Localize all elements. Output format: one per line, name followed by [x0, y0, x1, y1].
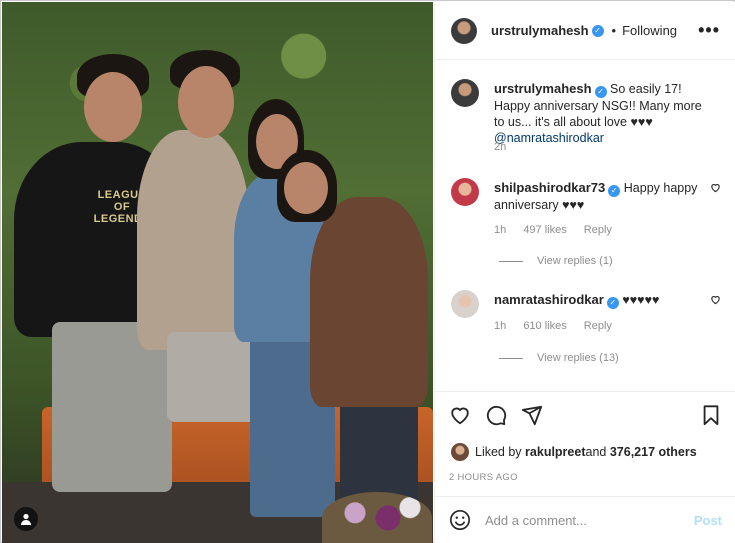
photo-person-2-shorts: [167, 332, 259, 422]
post-photo[interactable]: LEAGUE OF LEGENDS: [2, 2, 433, 543]
person-icon[interactable]: [14, 507, 38, 531]
view-replies-label: View replies (13): [537, 352, 619, 364]
emoji-icon[interactable]: [449, 509, 471, 531]
photo-person-2-face: [178, 66, 234, 138]
comment-item: shilpashirodkar73 ✓ Happy happy anniversa…: [451, 178, 721, 273]
comment-composer: Post: [435, 496, 735, 543]
view-replies-button[interactable]: View replies (1): [499, 255, 613, 267]
comment-like-heart-icon[interactable]: [710, 182, 721, 196]
comment-input[interactable]: [485, 512, 685, 528]
action-icons-row: [449, 404, 543, 426]
post-side-panel: urstrulymahesh ✓ • Following ••• urstrul…: [434, 2, 735, 543]
comment-reply-button[interactable]: Reply: [584, 320, 612, 332]
header-separator: •: [611, 23, 617, 38]
post-header: urstrulymahesh ✓ • Following •••: [435, 2, 735, 60]
comment-meta: 1h 497 likes Reply: [494, 224, 626, 236]
comments-list[interactable]: urstrulymahesh ✓ So easily 17! Happy anni…: [435, 61, 735, 391]
liked-by-others[interactable]: 376,217 others: [610, 445, 697, 459]
liked-by-prefix: Liked by: [475, 445, 522, 459]
liked-by-and: and: [585, 445, 607, 459]
commenter-avatar[interactable]: [451, 178, 479, 206]
liked-by-row: Liked by rakulpreet and 376,217 others: [451, 443, 697, 461]
author-avatar[interactable]: [451, 17, 477, 44]
liker-avatar[interactable]: [451, 443, 469, 461]
post-actions: Liked by rakulpreet and 376,217 others 2…: [435, 391, 735, 491]
view-replies-line: [499, 260, 523, 262]
author-username[interactable]: urstrulymahesh: [491, 23, 589, 38]
comment-reply-button[interactable]: Reply: [584, 224, 612, 236]
verified-badge-icon: ✓: [608, 185, 621, 197]
following-button[interactable]: Following: [622, 23, 677, 38]
post-timestamp[interactable]: 2 HOURS AGO: [449, 472, 518, 483]
bookmark-icon[interactable]: [700, 404, 722, 426]
photo-person-2: [137, 130, 249, 350]
comment-likes[interactable]: 497 likes: [523, 224, 566, 236]
comment-time[interactable]: 1h: [494, 320, 506, 332]
comment-icon[interactable]: [485, 404, 507, 426]
caption-username[interactable]: urstrulymahesh: [494, 81, 592, 96]
verified-badge-icon: ✓: [606, 297, 619, 309]
post-comment-button[interactable]: Post: [694, 513, 722, 528]
view-replies-button[interactable]: View replies (13): [499, 352, 619, 364]
photo-person-4-face: [284, 162, 328, 214]
liked-by-user[interactable]: rakulpreet: [525, 445, 585, 459]
comment-item: namratashirodkar ✓ ♥♥♥♥♥ 1h 610 likes Rep…: [451, 290, 721, 385]
post-caption: urstrulymahesh ✓ So easily 17! Happy anni…: [451, 79, 721, 159]
verified-badge-icon: ✓: [591, 24, 604, 37]
post-dialog: LEAGUE OF LEGENDS urstrulymahesh ✓ • Fol…: [0, 0, 735, 543]
caption-time[interactable]: 2h: [494, 141, 506, 153]
comment-meta: 1h 610 likes Reply: [494, 320, 626, 332]
heart-icon[interactable]: [449, 404, 471, 426]
paper-plane-icon[interactable]: [521, 404, 543, 426]
comment-username[interactable]: namratashirodkar: [494, 292, 604, 307]
comment-text: namratashirodkar ✓ ♥♥♥♥♥: [494, 292, 714, 309]
photo-flower-basket: [322, 492, 432, 543]
comment-likes[interactable]: 610 likes: [523, 320, 566, 332]
more-options-icon[interactable]: •••: [698, 20, 720, 41]
verified-badge-icon: ✓: [594, 86, 607, 98]
caption-avatar[interactable]: [451, 79, 479, 107]
comment-time[interactable]: 1h: [494, 224, 506, 236]
comment-body: ♥♥♥♥♥: [622, 293, 660, 307]
caption-meta: 2h: [494, 141, 520, 153]
view-replies-line: [499, 357, 523, 359]
caption-text: urstrulymahesh ✓ So easily 17! Happy anni…: [494, 81, 714, 146]
photo-person-1-face: [84, 72, 142, 142]
view-replies-label: View replies (1): [537, 255, 613, 267]
comment-text: shilpashirodkar73 ✓ Happy happy anniversa…: [494, 180, 714, 213]
comment-username[interactable]: shilpashirodkar73: [494, 180, 605, 195]
photo-person-4: [310, 197, 428, 407]
comment-like-heart-icon[interactable]: [710, 294, 721, 308]
commenter-avatar[interactable]: [451, 290, 479, 318]
